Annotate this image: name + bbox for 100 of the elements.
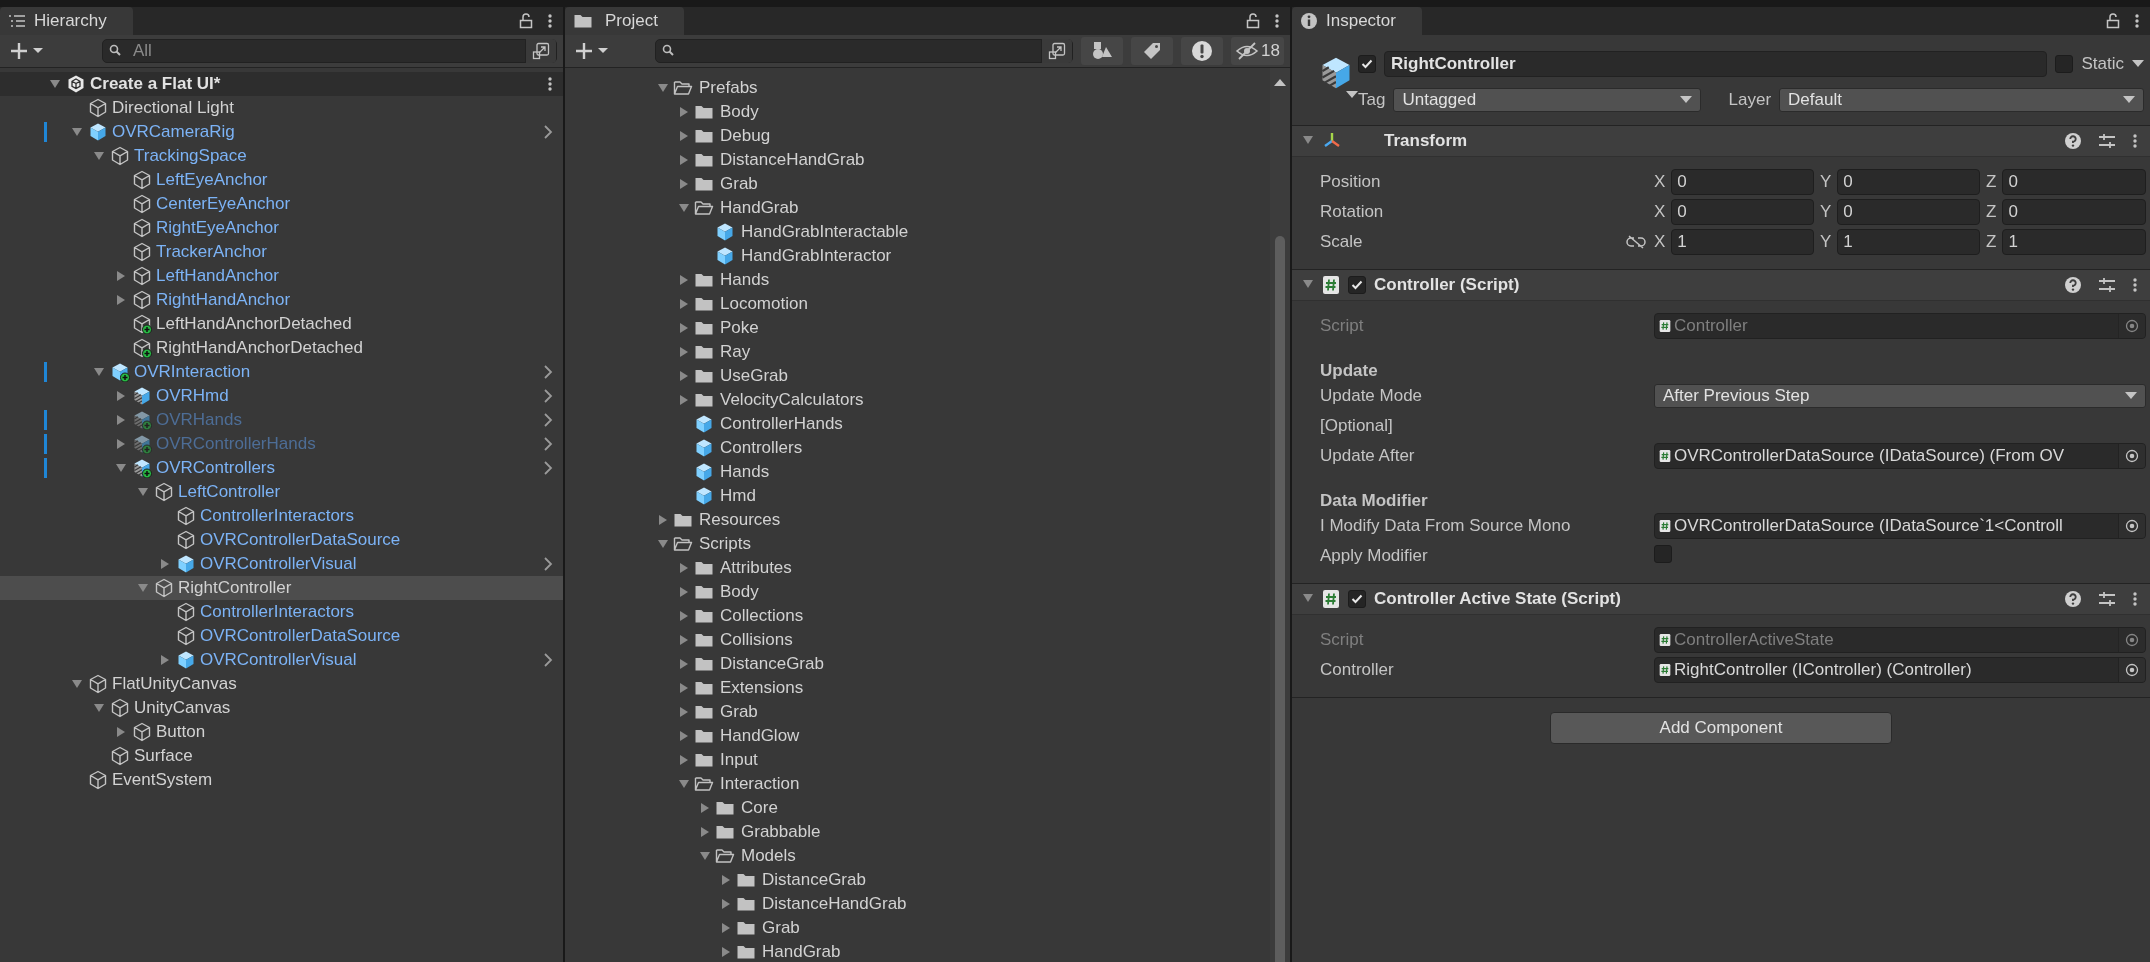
collapsed-arrow-icon[interactable] xyxy=(678,682,690,694)
hierarchy-tab[interactable]: Hierarchy xyxy=(0,7,133,35)
hierarchy-item[interactable]: RightController xyxy=(0,576,563,600)
project-item[interactable]: VelocityCalculators xyxy=(565,388,1270,412)
filter-by-type-button[interactable] xyxy=(1081,37,1124,65)
hierarchy-item[interactable]: OVRControllers xyxy=(0,456,563,480)
project-item[interactable]: Grab xyxy=(565,172,1270,196)
project-item[interactable]: DistanceGrab xyxy=(565,868,1270,892)
hierarchy-item[interactable]: OVRHmd xyxy=(0,384,563,408)
project-item[interactable]: Body xyxy=(565,100,1270,124)
inspector-tab[interactable]: Inspector xyxy=(1292,7,1422,35)
object-picker-icon[interactable] xyxy=(2125,519,2139,533)
layer-dropdown[interactable]: Default xyxy=(1779,88,2144,112)
collapsed-arrow-icon[interactable] xyxy=(115,294,127,306)
project-item[interactable]: Hmd xyxy=(565,484,1270,508)
chevron-right-icon[interactable] xyxy=(543,460,553,476)
presets-icon[interactable] xyxy=(2098,133,2116,149)
hierarchy-item[interactable]: LeftHandAnchor xyxy=(0,264,563,288)
hierarchy-item[interactable]: OVRCameraRig xyxy=(0,120,563,144)
collapsed-arrow-icon[interactable] xyxy=(699,826,711,838)
collapsed-arrow-icon[interactable] xyxy=(678,634,690,646)
project-item[interactable]: HandGlow xyxy=(565,724,1270,748)
project-item[interactable]: DistanceHandGrab xyxy=(565,148,1270,172)
hierarchy-item[interactable]: OVRControllerDataSource xyxy=(0,528,563,552)
collapsed-arrow-icon[interactable] xyxy=(678,178,690,190)
lock-icon[interactable] xyxy=(2106,13,2120,29)
presets-icon[interactable] xyxy=(2098,277,2116,293)
hierarchy-item[interactable]: LeftController xyxy=(0,480,563,504)
more-options-icon[interactable] xyxy=(547,13,553,29)
component-header[interactable]: Controller Active State (Script) xyxy=(1292,584,2150,615)
project-item[interactable]: HandGrabInteractable xyxy=(565,220,1270,244)
project-item[interactable]: UseGrab xyxy=(565,364,1270,388)
expanded-arrow-icon[interactable] xyxy=(678,202,690,214)
hierarchy-item[interactable]: ControllerInteractors xyxy=(0,600,563,624)
collapsed-arrow-icon[interactable] xyxy=(720,898,732,910)
hierarchy-item[interactable]: RightHandAnchorDetached xyxy=(0,336,563,360)
collapsed-arrow-icon[interactable] xyxy=(678,394,690,406)
collapsed-arrow-icon[interactable] xyxy=(657,514,669,526)
project-item[interactable]: ControllerHands xyxy=(565,412,1270,436)
expanded-arrow-icon[interactable] xyxy=(71,126,83,138)
scene-header[interactable]: Create a Flat UI* xyxy=(0,72,563,96)
open-window-button[interactable] xyxy=(1041,39,1073,63)
tag-dropdown[interactable]: Untagged xyxy=(1393,88,1701,112)
checkbox[interactable] xyxy=(1348,276,1366,294)
project-tab[interactable]: Project xyxy=(565,7,684,35)
hierarchy-item[interactable]: EventSystem xyxy=(0,768,563,792)
collapsed-arrow-icon[interactable] xyxy=(678,754,690,766)
hierarchy-item[interactable]: LeftHandAnchorDetached xyxy=(0,312,563,336)
project-item[interactable]: Poke xyxy=(565,316,1270,340)
dropdown[interactable]: After Previous Step xyxy=(1654,384,2146,408)
project-item[interactable]: Grab xyxy=(565,700,1270,724)
checkbox[interactable] xyxy=(1348,590,1366,608)
hidden-packages-button[interactable]: 18 xyxy=(1231,37,1284,65)
search-field[interactable] xyxy=(655,39,1074,63)
expanded-arrow-icon[interactable] xyxy=(657,82,669,94)
collapsed-arrow-icon[interactable] xyxy=(678,130,690,142)
collapsed-arrow-icon[interactable] xyxy=(678,586,690,598)
expanded-arrow-icon[interactable] xyxy=(93,702,105,714)
hierarchy-item[interactable]: LeftEyeAnchor xyxy=(0,168,563,192)
expanded-arrow-icon[interactable] xyxy=(678,778,690,790)
hierarchy-item[interactable]: ControllerInteractors xyxy=(0,504,563,528)
number-field[interactable]: 1 xyxy=(1837,229,1980,255)
number-field[interactable]: 0 xyxy=(1671,169,1814,195)
filter-by-label-button[interactable] xyxy=(1131,37,1174,65)
collapsed-arrow-icon[interactable] xyxy=(678,274,690,286)
number-field[interactable]: 1 xyxy=(2002,229,2146,255)
checkbox[interactable] xyxy=(1654,544,1672,563)
project-item[interactable]: Prefabs xyxy=(565,76,1270,100)
project-item[interactable]: Collections xyxy=(565,604,1270,628)
presets-icon[interactable] xyxy=(2098,591,2116,607)
object-field[interactable]: OVRControllerDataSource (IDataSource`1<Controll xyxy=(1654,513,2146,539)
help-icon[interactable] xyxy=(2064,132,2082,150)
project-item[interactable]: Scripts xyxy=(565,532,1270,556)
number-field[interactable]: 0 xyxy=(2002,169,2146,195)
more-options-icon[interactable] xyxy=(2132,591,2138,607)
project-item[interactable]: HandGrab xyxy=(565,196,1270,220)
more-options-icon[interactable] xyxy=(2132,277,2138,293)
more-options-icon[interactable] xyxy=(2132,133,2138,149)
checkbox[interactable] xyxy=(1358,55,1376,73)
number-field[interactable]: 0 xyxy=(1837,169,1980,195)
collapsed-arrow-icon[interactable] xyxy=(115,726,127,738)
hierarchy-item[interactable]: Button xyxy=(0,720,563,744)
collapsed-arrow-icon[interactable] xyxy=(678,706,690,718)
component-header[interactable]: Transform xyxy=(1292,126,2150,157)
lock-icon[interactable] xyxy=(519,13,533,29)
collapsed-arrow-icon[interactable] xyxy=(678,658,690,670)
lock-icon[interactable] xyxy=(1246,13,1260,29)
expanded-arrow-icon[interactable] xyxy=(137,582,149,594)
project-item[interactable]: DistanceHandGrab xyxy=(565,892,1270,916)
project-item[interactable]: Controllers xyxy=(565,436,1270,460)
collapsed-arrow-icon[interactable] xyxy=(678,730,690,742)
project-item[interactable]: Extensions xyxy=(565,676,1270,700)
project-item[interactable]: Locomotion xyxy=(565,292,1270,316)
project-item[interactable]: Ray xyxy=(565,340,1270,364)
project-item[interactable]: Input xyxy=(565,748,1270,772)
hierarchy-item[interactable]: TrackerAnchor xyxy=(0,240,563,264)
chevron-right-icon[interactable] xyxy=(543,388,553,404)
hierarchy-item[interactable]: OVRControllerVisual xyxy=(0,648,563,672)
hierarchy-item[interactable]: OVRControllerVisual xyxy=(0,552,563,576)
collapsed-arrow-icon[interactable] xyxy=(115,390,127,402)
